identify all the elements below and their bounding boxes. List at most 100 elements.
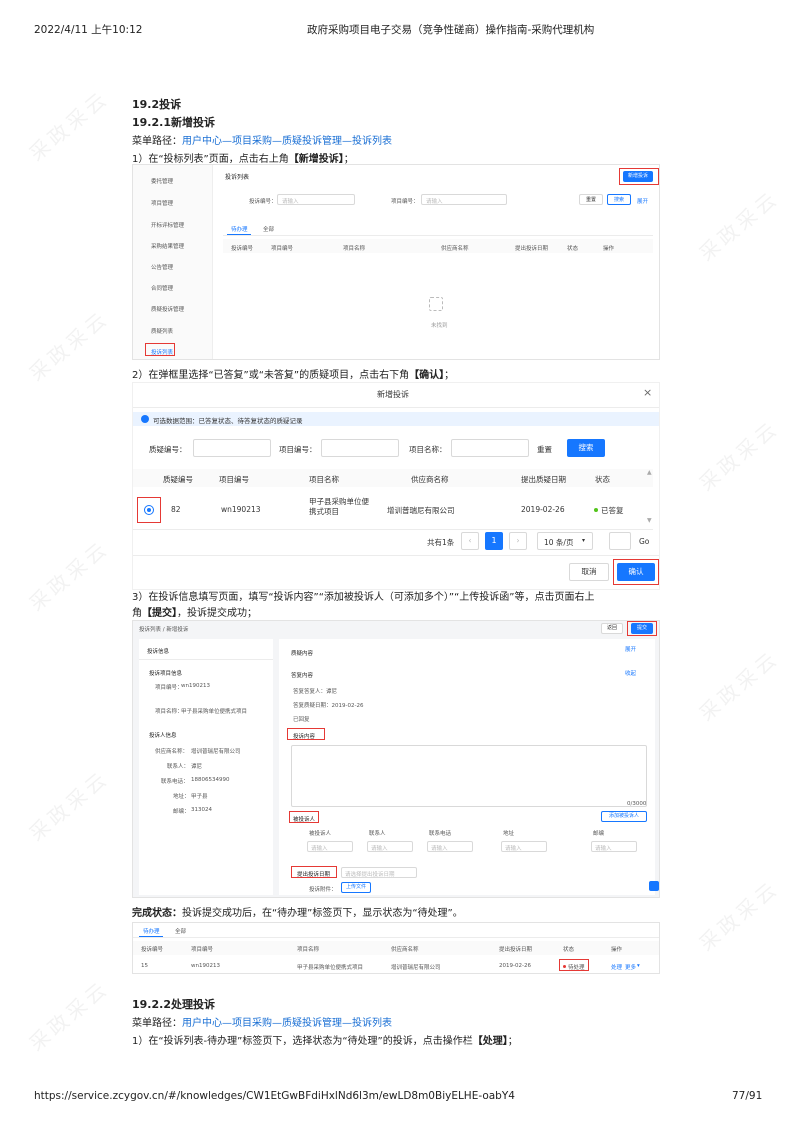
sidebar-item[interactable]: 委托管理	[151, 177, 173, 185]
field-value: 谭尼	[191, 764, 203, 770]
step-3-text-cont: 角【提交】，投诉提交成功；	[132, 608, 257, 619]
sidebar-sub-item[interactable]: 质疑列表	[151, 327, 173, 335]
cell-query-code: 82	[171, 505, 181, 514]
go-button[interactable]: Go	[639, 537, 649, 546]
field-label: 联系人：	[167, 764, 190, 770]
more-link[interactable]: 更多	[625, 963, 636, 971]
query-code-input[interactable]	[193, 439, 271, 457]
process-link[interactable]: 处理	[611, 963, 622, 971]
expand-link[interactable]: 展开	[637, 197, 648, 205]
cell-supplier: 增训普瑞尼有限公司	[387, 506, 455, 515]
step-process-text: 1）在“投诉列表-待办理”标签页下，选择状态为“待处理”的投诉，点击操作栏【处理…	[132, 1036, 518, 1047]
sidebar-item[interactable]: 项目管理	[151, 199, 173, 207]
screenshot-complaint-list: 委托管理 项目管理 开标评标管理 采购结果管理 公告管理 合同管理 质疑投诉管理…	[132, 164, 660, 360]
column-header: 供应商名称	[411, 475, 449, 484]
cell-project-code: wn190213	[221, 505, 261, 514]
reply-date: 答复质疑日期：2019-02-26	[293, 703, 364, 709]
tab-all[interactable]: 全部	[263, 225, 274, 233]
search-button[interactable]: 搜索	[567, 439, 605, 457]
column-header: 操作	[611, 947, 623, 953]
project-code-input[interactable]	[321, 439, 399, 457]
chevron-down-icon[interactable]: ▾	[637, 963, 640, 969]
menu-path-link[interactable]: 用户中心—项目采购—质疑投诉管理—投诉列表	[182, 1018, 392, 1029]
project-code-input[interactable]: 请输入	[421, 194, 507, 205]
column-header: 操作	[603, 246, 615, 252]
scroll-down-icon[interactable]: ▼	[647, 517, 652, 524]
page-button[interactable]: 1	[485, 532, 503, 550]
tab-all[interactable]: 全部	[175, 927, 186, 935]
reset-button[interactable]: 重置	[579, 194, 603, 205]
menu-path: 菜单路径：用户中心—项目采购—质疑投诉管理—投诉列表	[132, 136, 392, 147]
close-icon[interactable]: ×	[643, 386, 652, 399]
field-value: wn190213	[181, 683, 210, 689]
screenshot-pending-list: 待办理 全部 投诉编号 项目编号 项目名称 供应商名称 提出投诉日期 状态 操作…	[132, 922, 660, 974]
field-label: 项目名称：	[155, 709, 183, 715]
column-header: 邮编	[593, 831, 605, 837]
reply-status: 已回复	[293, 717, 310, 723]
sidebar-item[interactable]: 合同管理	[151, 284, 173, 292]
column-header: 项目名称	[309, 475, 339, 484]
help-icon[interactable]	[649, 881, 659, 891]
done-status-text: 完成状态：投诉提交成功后，在“待办理”标签页下，显示状态为“待处理”。	[132, 908, 463, 919]
prev-page-button[interactable]: ‹	[461, 532, 479, 550]
menu-path: 菜单路径：用户中心—项目采购—质疑投诉管理—投诉列表	[132, 1018, 392, 1029]
back-button[interactable]: 返回	[601, 623, 623, 634]
tab-pending[interactable]: 待办理	[143, 927, 160, 935]
field-label: 地址：	[173, 794, 190, 800]
respondent-input[interactable]: 请输入	[307, 841, 353, 852]
column-header: 联系电话	[429, 831, 452, 837]
column-header: 提出质疑日期	[521, 475, 566, 484]
highlight-box	[613, 559, 659, 585]
info-icon	[141, 415, 149, 423]
list-title: 投诉列表	[225, 174, 250, 181]
cancel-button[interactable]: 取消	[569, 563, 609, 581]
complaint-content-textarea[interactable]	[291, 745, 647, 807]
screenshot-new-complaint-modal: 新增投诉 × 可选数据范围：已答复状态、待答复状态的质疑记录 质疑编号： 项目编…	[132, 382, 660, 590]
project-name-input[interactable]	[451, 439, 529, 457]
column-header: 联系人	[369, 831, 386, 837]
tab-pending[interactable]: 待办理	[231, 225, 248, 233]
address-input[interactable]: 请输入	[501, 841, 547, 852]
empty-icon	[429, 297, 443, 311]
column-header: 项目名称	[343, 246, 366, 252]
upload-button[interactable]: 上传文件	[341, 882, 371, 893]
field-value: 甲子县	[191, 794, 208, 800]
section-title: 投诉人信息	[149, 733, 177, 739]
column-header: 项目编号	[191, 947, 214, 953]
column-header: 投诉编号	[141, 947, 164, 953]
expand-link[interactable]: 展开	[625, 645, 636, 653]
scroll-up-icon[interactable]: ▲	[647, 469, 652, 476]
field-value: 313024	[191, 807, 212, 813]
page-size-select[interactable]: 10 条/页 ▾	[537, 532, 593, 550]
zip-input[interactable]: 请输入	[591, 841, 637, 852]
sidebar-item[interactable]: 采购结果管理	[151, 242, 184, 250]
column-header: 状态	[563, 947, 575, 953]
sidebar-item[interactable]: 开标评标管理	[151, 221, 184, 229]
search-button[interactable]: 搜索	[607, 194, 631, 205]
add-respondent-button[interactable]: 添加被投诉人	[601, 811, 647, 822]
column-header: 供应商名称	[441, 246, 469, 252]
contact-input[interactable]: 请输入	[367, 841, 413, 852]
phone-input[interactable]: 请输入	[427, 841, 473, 852]
field-label: 项目编号：	[155, 685, 183, 691]
cell-date: 2019-02-26	[499, 963, 531, 969]
breadcrumb: 投诉列表 / 新增投诉	[139, 627, 189, 633]
sidebar-item[interactable]: 质疑投诉管理	[151, 305, 184, 313]
left-panel	[139, 639, 273, 895]
cell-project-code: wn190213	[191, 963, 220, 969]
field-label: 联系电话：	[161, 779, 189, 785]
column-header: 项目编号	[219, 475, 249, 484]
column-header: 项目名称	[297, 947, 320, 953]
print-url: https://service.zcygov.cn/#/knowledges/C…	[34, 1090, 515, 1102]
goto-page-input[interactable]	[609, 532, 631, 550]
section-title: 投诉项目信息	[149, 671, 183, 677]
menu-path-link[interactable]: 用户中心—项目采购—质疑投诉管理—投诉列表	[182, 136, 392, 147]
complaint-code-input[interactable]: 请输入	[277, 194, 355, 205]
sidebar-item[interactable]: 公告管理	[151, 263, 173, 271]
collapse-link[interactable]: 收起	[625, 669, 636, 677]
next-page-button[interactable]: ›	[509, 532, 527, 550]
reset-button[interactable]: 重置	[537, 444, 552, 455]
empty-text: 未找到	[431, 323, 448, 329]
section-title: 质疑内容	[291, 651, 314, 657]
date-picker[interactable]: 请选择提出投诉日期	[341, 867, 417, 878]
